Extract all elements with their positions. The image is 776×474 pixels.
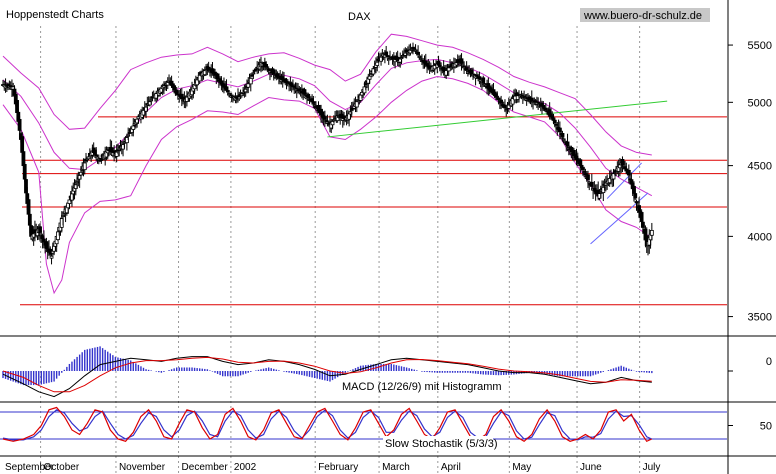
month-label: March xyxy=(382,462,410,473)
candle-body xyxy=(626,169,631,176)
candle-body xyxy=(86,156,91,160)
candle-body xyxy=(446,67,451,72)
candle-body xyxy=(172,85,177,91)
price-tick-label: 3500 xyxy=(748,312,772,324)
source-title: Hoppenstedt Charts xyxy=(6,9,104,21)
price-tick-label: 5500 xyxy=(748,40,772,52)
price-tick-label: 4000 xyxy=(748,231,772,243)
candle-body xyxy=(649,229,654,236)
macd-tick-label: 0 xyxy=(766,356,772,368)
month-label: February xyxy=(318,462,358,473)
month-label: December xyxy=(182,462,229,473)
candle-body xyxy=(248,77,253,85)
candle-body xyxy=(633,193,638,199)
website-url[interactable]: www.buero-dr-schulz.de xyxy=(583,10,702,22)
candle-body xyxy=(82,162,87,171)
macd-label: MACD (12/26/9) mit Histogramm xyxy=(342,381,502,393)
candle-body xyxy=(589,181,594,187)
month-label: May xyxy=(512,462,531,473)
month-label: November xyxy=(119,462,166,473)
candle-body xyxy=(354,101,359,108)
month-label: October xyxy=(44,462,80,473)
candle-body xyxy=(49,255,54,259)
price-tick-label: 4500 xyxy=(748,161,772,173)
month-label: April xyxy=(441,462,461,473)
chart-title: DAX xyxy=(348,11,371,23)
stochastic-label: Slow Stochastik (5/3/3) xyxy=(385,438,498,450)
candle-body xyxy=(22,163,27,180)
candle-body xyxy=(416,51,421,55)
candle-body xyxy=(246,83,251,88)
month-label: 2002 xyxy=(234,462,257,473)
dax-chart-figure: Hoppenstedt Charts DAX www.buero-dr-schu… xyxy=(0,0,776,474)
month-label: June xyxy=(580,462,602,473)
stochastic-tick-label: 50 xyxy=(760,421,772,433)
candle-body xyxy=(367,75,372,80)
price-tick-label: 5000 xyxy=(748,97,772,109)
candle-body xyxy=(586,174,590,180)
candle-body xyxy=(126,134,131,137)
candle-body xyxy=(375,61,380,66)
month-label: July xyxy=(643,462,661,473)
candle-body xyxy=(565,141,570,147)
candle-body xyxy=(481,77,486,83)
